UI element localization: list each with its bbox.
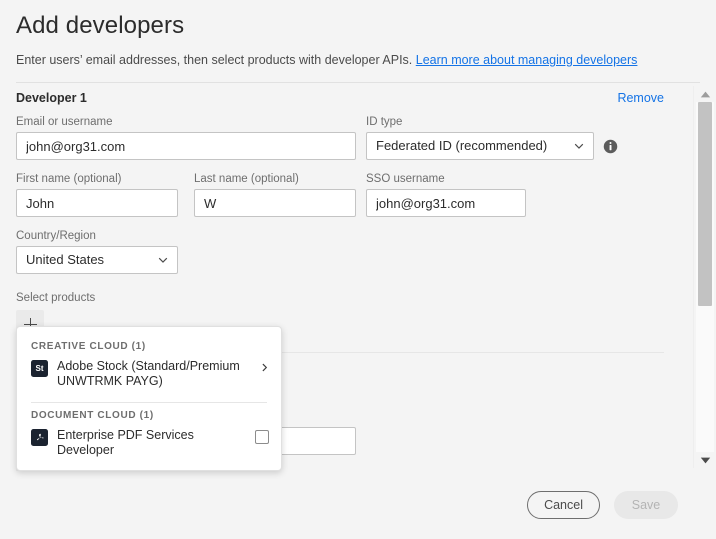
dialog-footer: Cancel Save <box>0 471 716 539</box>
email-label: Email or username <box>16 116 113 128</box>
id-type-label: ID type <box>366 116 403 128</box>
email-field-group: Email or username <box>16 115 356 160</box>
product-item-enterprise-pdf[interactable]: Enterprise PDF Services Developer <box>17 426 281 464</box>
vertical-scrollbar[interactable] <box>693 86 716 468</box>
country-selected-value: United States <box>26 252 105 267</box>
scrollbar-thumb[interactable] <box>698 102 712 306</box>
dialog-subtitle: Enter users’ email addresses, then selec… <box>16 52 700 68</box>
product-item-adobe-stock[interactable]: St Adobe Stock (Standard/Premium UNWTRMK… <box>17 357 281 395</box>
form-row-1: Email or username First name (optional) … <box>16 115 674 286</box>
save-button[interactable]: Save <box>614 491 678 519</box>
last-name-input[interactable] <box>194 189 356 217</box>
acrobat-pdf-icon <box>31 429 48 446</box>
triangle-up-icon <box>700 91 710 97</box>
id-type-row: Federated ID (recommended) <box>366 132 674 160</box>
chevron-down-icon <box>158 257 168 263</box>
country-field-group: Country/Region United States <box>16 229 356 274</box>
scroll-up-button[interactable] <box>694 86 716 102</box>
product-checkbox[interactable] <box>255 430 269 444</box>
chevron-down-icon <box>574 143 584 149</box>
dialog-header: Add developers Enter users’ email addres… <box>0 0 716 68</box>
add-developers-dialog: Add developers Enter users’ email addres… <box>0 0 716 539</box>
sso-username-field-group: SSO username <box>366 172 674 217</box>
id-type-selected-value: Federated ID (recommended) <box>376 138 548 153</box>
email-input[interactable] <box>16 132 356 160</box>
remove-developer-link[interactable]: Remove <box>617 91 664 105</box>
sso-username-input[interactable] <box>366 189 526 217</box>
form-column-left: Email or username First name (optional) … <box>16 115 356 286</box>
country-label: Country/Region <box>16 230 96 242</box>
subtitle-text: Enter users’ email addresses, then selec… <box>16 53 413 67</box>
last-name-field-group: Last name (optional) <box>194 172 356 217</box>
id-type-select[interactable]: Federated ID (recommended) <box>366 132 594 160</box>
adobe-stock-icon: St <box>31 360 48 377</box>
first-name-input[interactable] <box>16 189 178 217</box>
sso-username-label: SSO username <box>366 173 445 185</box>
product-group-title: CREATIVE CLOUD (1) <box>31 341 146 352</box>
scroll-down-button[interactable] <box>694 452 716 468</box>
page-title: Add developers <box>16 12 185 39</box>
popup-separator <box>31 402 267 403</box>
product-item-label: Adobe Stock (Standard/Premium UNWTRMK PA… <box>57 359 240 388</box>
country-select[interactable]: United States <box>16 246 178 274</box>
product-selection-popup[interactable]: CREATIVE CLOUD (1) St Adobe Stock (Stand… <box>16 326 282 471</box>
product-group-title: DOCUMENT CLOUD (1) <box>31 410 154 421</box>
developer-header: Developer 1 Remove <box>16 79 674 105</box>
form-column-right: ID type Federated ID (recommended) SSO u… <box>366 115 674 286</box>
product-item-label: Enterprise PDF Services Developer <box>57 428 194 457</box>
first-name-label: First name (optional) <box>16 173 122 185</box>
triangle-down-icon <box>700 457 710 463</box>
product-group-document-cloud: DOCUMENT CLOUD (1) Enterprise PDF Servic… <box>17 404 281 464</box>
select-products-label: Select products <box>16 292 96 304</box>
cancel-button[interactable]: Cancel <box>527 491 600 519</box>
chevron-right-icon[interactable] <box>260 363 269 372</box>
last-name-label: Last name (optional) <box>194 173 299 185</box>
id-type-field-group: ID type Federated ID (recommended) <box>366 115 674 160</box>
learn-more-link[interactable]: Learn more about managing developers <box>416 53 638 67</box>
first-name-field-group: First name (optional) <box>16 172 178 217</box>
developer-title: Developer 1 <box>16 91 87 105</box>
product-group-creative-cloud: CREATIVE CLOUD (1) St Adobe Stock (Stand… <box>17 335 281 395</box>
acrobat-glyph <box>36 433 44 440</box>
info-icon[interactable] <box>603 139 618 154</box>
name-row: First name (optional) Last name (optiona… <box>16 172 356 229</box>
scrollbar-track[interactable] <box>696 102 714 452</box>
